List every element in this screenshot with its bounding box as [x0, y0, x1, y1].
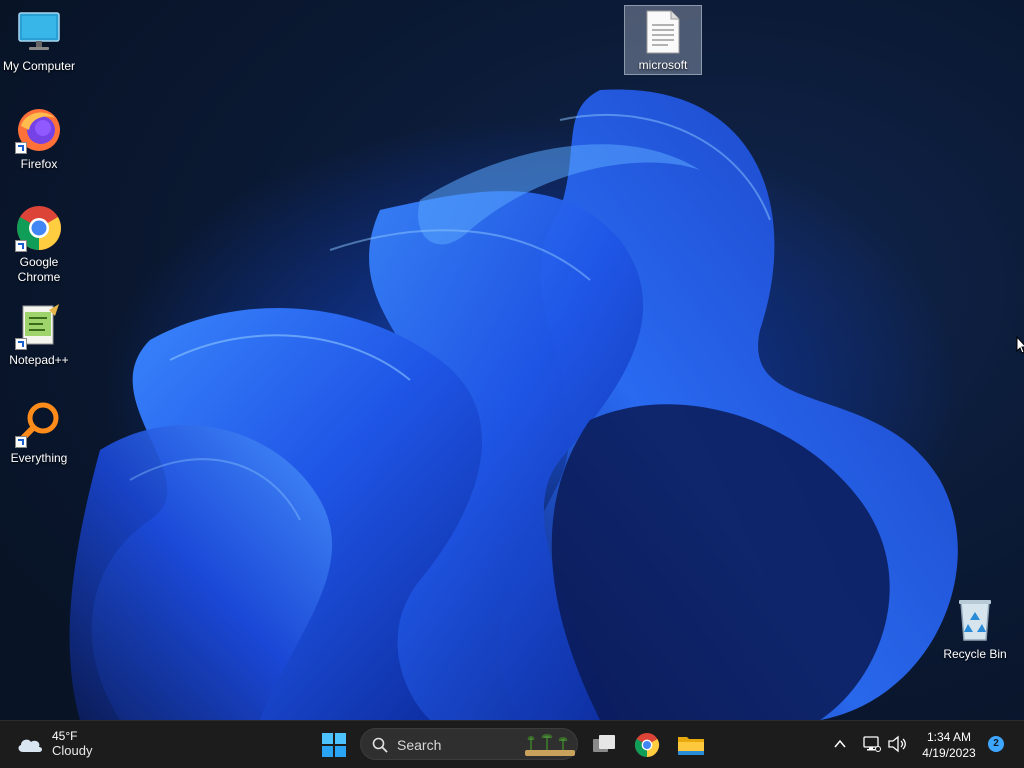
desktop-icon-label: Google Chrome: [17, 255, 61, 284]
clock-time: 1:34 AM: [926, 730, 972, 744]
chrome-icon: [634, 733, 660, 757]
volume-icon[interactable]: [887, 735, 907, 753]
shortcut-arrow-icon: [15, 240, 27, 252]
windows-start-icon: [322, 733, 346, 757]
file-explorer-icon: [678, 737, 704, 755]
shortcut-arrow-icon: [15, 338, 27, 350]
taskbar-chrome-button[interactable]: [631, 729, 663, 761]
notification-badge[interactable]: 2: [988, 736, 1004, 752]
desktop-icon-label: Notepad++: [9, 353, 69, 367]
desktop-icon-label: microsoft: [638, 58, 688, 72]
notepadpp-icon: [15, 302, 63, 350]
task-view-icon: [593, 735, 615, 752]
firefox-icon: [15, 106, 63, 154]
desktop-icon-everything[interactable]: Everything: [1, 400, 77, 466]
document-icon: [639, 9, 687, 55]
taskbar-file-explorer-button[interactable]: [675, 729, 707, 761]
desktop-icon-microsoft-file[interactable]: microsoft: [624, 5, 702, 75]
weather-condition: Cloudy: [52, 743, 93, 758]
recycle-bin-icon: [951, 596, 999, 644]
chrome-icon: [15, 204, 63, 252]
desktop-icon-google-chrome[interactable]: Google Chrome: [1, 204, 77, 285]
desktop-icon-label: Firefox: [20, 157, 58, 171]
clock-date: 4/19/2023: [922, 746, 976, 760]
start-button[interactable]: [320, 731, 348, 759]
shortcut-arrow-icon: [15, 436, 27, 448]
monitor-icon: [15, 8, 63, 56]
task-view-button[interactable]: [588, 729, 620, 761]
taskbar: 45°F Cloudy Search 1:34 AM 4/19/2023: [0, 720, 1024, 768]
show-hidden-icons-chevron-icon[interactable]: [834, 739, 846, 749]
desktop-icon-label: Recycle Bin: [943, 647, 1007, 661]
search-highlight-icon: [525, 734, 575, 756]
desktop-icon-notepadpp[interactable]: Notepad++: [1, 302, 77, 368]
desktop-icon-recycle-bin[interactable]: Recycle Bin: [937, 596, 1013, 662]
search-placeholder: Search: [397, 737, 442, 753]
search-icon: [372, 737, 388, 753]
network-icon[interactable]: [863, 735, 881, 753]
desktop-icon-label: My Computer: [2, 59, 76, 73]
weather-temperature: 45°F: [52, 729, 78, 743]
taskbar-search-box[interactable]: Search: [360, 728, 578, 760]
desktop-icon-label: Everything: [10, 451, 68, 465]
desktop-icon-my-computer[interactable]: My Computer: [1, 8, 77, 74]
weather-widget[interactable]: 45°F Cloudy: [16, 729, 92, 758]
mouse-cursor-icon: [1016, 336, 1024, 354]
shortcut-arrow-icon: [15, 142, 27, 154]
wallpaper-bloom: [69, 89, 958, 720]
search-magnifier-icon: [15, 400, 63, 448]
taskbar-clock[interactable]: 1:34 AM 4/19/2023: [916, 729, 982, 761]
cloud-icon: [18, 739, 42, 752]
desktop[interactable]: My Computer Firefox Google Chrome Notepa…: [0, 0, 1024, 720]
desktop-icon-firefox[interactable]: Firefox: [1, 106, 77, 172]
